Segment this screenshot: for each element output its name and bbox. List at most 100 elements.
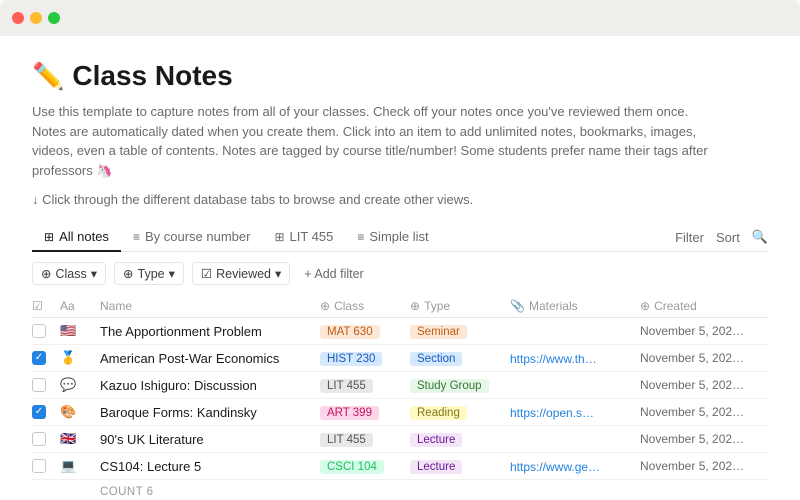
filter-chip-type-icon: ⊕ <box>123 266 133 281</box>
close-button[interactable] <box>12 12 24 24</box>
row-emoji-5: 🇬🇧 <box>60 431 100 447</box>
row-type-2: Section <box>410 350 510 366</box>
row-emoji-6: 💻 <box>60 458 100 474</box>
table-row: 🎨 Baroque Forms: Kandinsky ART 399 Readi… <box>32 399 768 426</box>
row-class-4: ART 399 <box>320 404 410 420</box>
col-header-materials: 📎 Materials <box>510 299 640 313</box>
row-created-1: November 5, 202… <box>640 324 770 338</box>
count-label: COUNT <box>100 486 143 498</box>
page-title-row: ✏️ Class Notes <box>32 60 768 92</box>
row-class-5: LIT 455 <box>320 431 410 447</box>
row-emoji-1: 🇺🇸 <box>60 323 100 339</box>
row-type-5: Lecture <box>410 431 510 447</box>
row-checkbox-6[interactable] <box>32 459 46 473</box>
tab-simple-list[interactable]: ≡ Simple list <box>345 223 440 252</box>
filter-chip-class[interactable]: ⊕ Class ▾ <box>32 262 106 285</box>
row-emoji-4: 🎨 <box>60 404 100 420</box>
tab-all-notes-label: All notes <box>59 229 109 244</box>
filter-chip-reviewed-icon: ☑ <box>201 266 212 281</box>
row-type-4: Reading <box>410 404 510 420</box>
row-name-4[interactable]: Baroque Forms: Kandinsky <box>100 405 320 420</box>
row-checkbox-4[interactable] <box>32 405 46 419</box>
add-filter-label: + Add filter <box>304 267 363 281</box>
table-row: 💻 CS104: Lecture 5 CSCI 104 Lecture http… <box>32 453 768 480</box>
tab-by-course-icon: ≡ <box>133 230 140 244</box>
main-content: ✏️ Class Notes Use this template to capt… <box>0 36 800 500</box>
col-header-class: ⊕ Class <box>320 299 410 313</box>
row-type-3: Study Group <box>410 377 510 393</box>
col-header-reviewed: ☑ <box>32 299 60 313</box>
filter-chip-reviewed-caret: ▾ <box>275 266 281 281</box>
filter-bar: ⊕ Class ▾ ⊕ Type ▾ ☑ Reviewed ▾ + Add fi… <box>32 262 768 285</box>
search-icon[interactable]: 🔍 <box>752 229 768 245</box>
tab-by-course-label: By course number <box>145 229 251 244</box>
page-instruction: ↓ Click through the different database t… <box>32 192 768 207</box>
row-materials-4[interactable]: https://open.s… <box>510 405 640 420</box>
tab-by-course[interactable]: ≡ By course number <box>121 223 263 252</box>
maximize-button[interactable] <box>48 12 60 24</box>
tab-all-notes-icon: ⊞ <box>44 230 54 244</box>
row-created-2: November 5, 202… <box>640 351 770 365</box>
tab-lit455[interactable]: ⊞ LIT 455 <box>262 223 345 252</box>
table-row: 🥇 American Post-War Economics HIST 230 S… <box>32 345 768 372</box>
sort-button[interactable]: Sort <box>716 230 740 245</box>
col-header-name: Name <box>100 299 320 313</box>
row-materials-2[interactable]: https://www.th… <box>510 351 640 366</box>
row-emoji-3: 💬 <box>60 377 100 393</box>
row-created-3: November 5, 202… <box>640 378 770 392</box>
col-header-created: ⊕ Created <box>640 299 770 313</box>
row-checkbox-2[interactable] <box>32 351 46 365</box>
tab-simple-list-icon: ≡ <box>357 230 364 244</box>
table-row: 🇬🇧 90's UK Literature LIT 455 Lecture No… <box>32 426 768 453</box>
traffic-lights <box>12 12 60 24</box>
row-class-1: MAT 630 <box>320 323 410 339</box>
tab-lit455-label: LIT 455 <box>290 229 334 244</box>
page-description: Use this template to capture notes from … <box>32 102 712 180</box>
col-header-type: ⊕ Type <box>410 299 510 313</box>
filter-chip-class-label: Class <box>55 267 86 281</box>
tab-all-notes[interactable]: ⊞ All notes <box>32 223 121 252</box>
filter-chip-class-caret: ▾ <box>91 266 97 281</box>
filter-chip-type-caret: ▾ <box>169 266 175 281</box>
filter-chip-type-label: Type <box>138 267 165 281</box>
minimize-button[interactable] <box>30 12 42 24</box>
tab-bar: ⊞ All notes ≡ By course number ⊞ LIT 455… <box>32 223 768 252</box>
row-materials-6[interactable]: https://www.ge… <box>510 459 640 474</box>
reviewed-col-icon: ☑ <box>32 299 43 313</box>
page-icon: ✏️ <box>32 61 64 92</box>
table-row: 💬 Kazuo Ishiguro: Discussion LIT 455 Stu… <box>32 372 768 399</box>
row-class-2: HIST 230 <box>320 350 410 366</box>
tab-actions: Filter Sort 🔍 <box>675 229 768 245</box>
filter-chip-reviewed[interactable]: ☑ Reviewed ▾ <box>192 262 290 285</box>
tab-simple-list-label: Simple list <box>369 229 428 244</box>
row-type-6: Lecture <box>410 458 510 474</box>
count-bar: COUNT 6 <box>32 480 768 498</box>
row-created-5: November 5, 202… <box>640 432 770 446</box>
col-header-aa: Aa <box>60 299 100 313</box>
page-title: Class Notes <box>72 60 232 92</box>
table-header: ☑ Aa Name ⊕ Class ⊕ Type 📎 Materials ⊕ <box>32 295 768 318</box>
row-type-1: Seminar <box>410 323 510 339</box>
titlebar <box>0 0 800 36</box>
row-class-3: LIT 455 <box>320 377 410 393</box>
row-name-1[interactable]: The Apportionment Problem <box>100 324 320 339</box>
row-created-4: November 5, 202… <box>640 405 770 419</box>
row-created-6: November 5, 202… <box>640 459 770 473</box>
count-value: 6 <box>147 486 154 498</box>
row-checkbox-3[interactable] <box>32 378 46 392</box>
filter-button[interactable]: Filter <box>675 230 704 245</box>
row-name-5[interactable]: 90's UK Literature <box>100 432 320 447</box>
tab-lit455-icon: ⊞ <box>274 230 284 244</box>
row-name-3[interactable]: Kazuo Ishiguro: Discussion <box>100 378 320 393</box>
notes-table: ☑ Aa Name ⊕ Class ⊕ Type 📎 Materials ⊕ <box>32 295 768 480</box>
table-row: 🇺🇸 The Apportionment Problem MAT 630 Sem… <box>32 318 768 345</box>
filter-chip-reviewed-label: Reviewed <box>216 267 271 281</box>
row-class-6: CSCI 104 <box>320 458 410 474</box>
filter-chip-type[interactable]: ⊕ Type ▾ <box>114 262 184 285</box>
row-name-2[interactable]: American Post-War Economics <box>100 351 320 366</box>
row-checkbox-5[interactable] <box>32 432 46 446</box>
row-name-6[interactable]: CS104: Lecture 5 <box>100 459 320 474</box>
row-emoji-2: 🥇 <box>60 350 100 366</box>
add-filter-button[interactable]: + Add filter <box>298 264 369 284</box>
row-checkbox-1[interactable] <box>32 324 46 338</box>
